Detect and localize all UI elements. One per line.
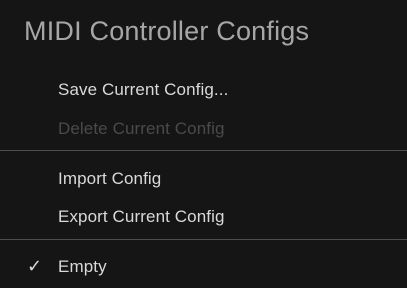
save-current-config-item[interactable]: Save Current Config... <box>58 80 228 100</box>
menu-divider <box>0 239 407 240</box>
delete-current-config-item: Delete Current Config <box>58 119 225 138</box>
export-current-config-item[interactable]: Export Current Config <box>58 207 225 227</box>
menu-divider <box>0 150 407 151</box>
checkmark-icon: ✓ <box>27 256 43 277</box>
import-config-item[interactable]: Import Config <box>58 169 161 189</box>
midi-controller-configs-menu: MIDI Controller Configs Save Current Con… <box>0 0 407 288</box>
menu-title: MIDI Controller Configs <box>24 16 310 46</box>
config-item-empty[interactable]: Empty <box>58 257 107 277</box>
